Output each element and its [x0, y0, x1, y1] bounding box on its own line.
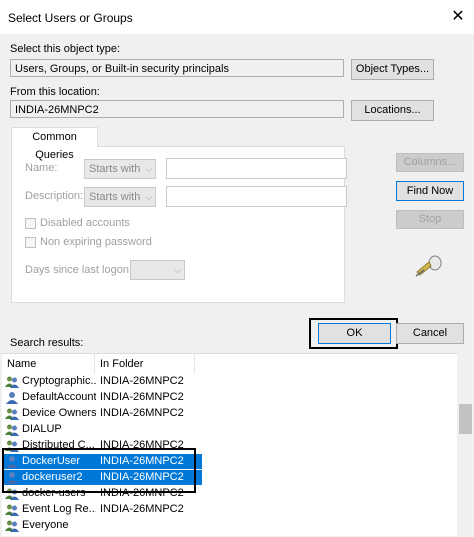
table-row[interactable]: Everyone	[2, 518, 202, 533]
user-icon	[5, 391, 19, 404]
location-field: INDIA-26MNPC2	[10, 100, 344, 118]
window-title: Select Users or Groups	[8, 11, 133, 25]
days-since-logon-select[interactable]: ⌵	[130, 260, 185, 280]
column-header-in-folder[interactable]: In Folder	[95, 354, 195, 374]
chevron-down-icon: ⌵	[174, 265, 181, 275]
row-folder: INDIA-26MNPC2	[100, 407, 184, 419]
table-row[interactable]: Device Owners INDIA-26MNPC2	[2, 406, 202, 421]
table-row[interactable]: Event Log Re... INDIA-26MNPC2	[2, 502, 202, 517]
chevron-down-icon: ⌵	[145, 192, 152, 202]
row-name: Everyone	[22, 519, 69, 531]
columns-button[interactable]: Columns...	[396, 153, 464, 172]
row-folder: INDIA-26MNPC2	[100, 391, 184, 403]
non-expiring-password-checkbox[interactable]	[25, 237, 36, 248]
close-icon[interactable]: ✕	[446, 6, 470, 28]
locations-button[interactable]: Locations...	[351, 100, 434, 121]
object-type-label: Select this object type:	[10, 43, 121, 55]
location-label: From this location:	[10, 86, 100, 98]
cancel-button[interactable]: Cancel	[396, 323, 464, 344]
group-icon	[5, 375, 19, 388]
object-type-field: Users, Groups, or Built-in security prin…	[10, 59, 344, 77]
table-row[interactable]: DIALUP	[2, 422, 202, 437]
scrollbar-thumb[interactable]	[459, 404, 472, 434]
non-expiring-password-label: Non expiring password	[40, 236, 152, 248]
column-header-name[interactable]: Name	[2, 354, 95, 374]
name-mode-value: Starts with	[89, 163, 141, 175]
row-folder: INDIA-26MNPC2	[100, 375, 184, 387]
description-mode-select[interactable]: Starts with ⌵	[84, 187, 156, 207]
search-results-label: Search results:	[10, 337, 84, 349]
row-name: DIALUP	[22, 423, 62, 435]
ok-button[interactable]: OK	[318, 323, 391, 344]
disabled-accounts-checkbox[interactable]	[25, 218, 36, 229]
group-icon	[5, 519, 19, 532]
disabled-accounts-label: Disabled accounts	[40, 217, 130, 229]
search-results-list[interactable]: Name In Folder Cryptographic... INDIA-26M…	[2, 353, 457, 536]
row-name: Device Owners	[22, 407, 96, 419]
row-name: Cryptographic...	[22, 375, 96, 387]
table-row[interactable]: DefaultAccount INDIA-26MNPC2	[2, 390, 202, 405]
search-flashlight-icon	[415, 255, 442, 277]
name-mode-select[interactable]: Starts with ⌵	[84, 159, 156, 179]
days-since-logon-label: Days since last logon:	[25, 264, 132, 276]
name-label: Name:	[25, 162, 58, 174]
find-now-button[interactable]: Find Now	[396, 181, 464, 201]
row-name: DefaultAccount	[22, 391, 96, 403]
vertical-scrollbar[interactable]	[457, 353, 474, 535]
selection-highlight-outline	[2, 448, 196, 493]
group-icon	[5, 407, 19, 420]
tab-common-queries[interactable]: Common Queries	[11, 127, 98, 161]
group-icon	[5, 503, 19, 516]
name-input[interactable]	[166, 158, 347, 179]
description-input[interactable]	[166, 186, 347, 207]
chevron-down-icon: ⌵	[145, 164, 152, 174]
object-types-button[interactable]: Object Types...	[351, 59, 434, 80]
group-icon	[5, 423, 19, 436]
row-folder: INDIA-26MNPC2	[100, 503, 184, 515]
description-mode-value: Starts with	[89, 191, 141, 203]
table-row[interactable]: Cryptographic... INDIA-26MNPC2	[2, 374, 202, 389]
description-label: Description:	[25, 190, 84, 202]
stop-button[interactable]: Stop	[396, 210, 464, 229]
row-name: Event Log Re...	[22, 503, 96, 515]
